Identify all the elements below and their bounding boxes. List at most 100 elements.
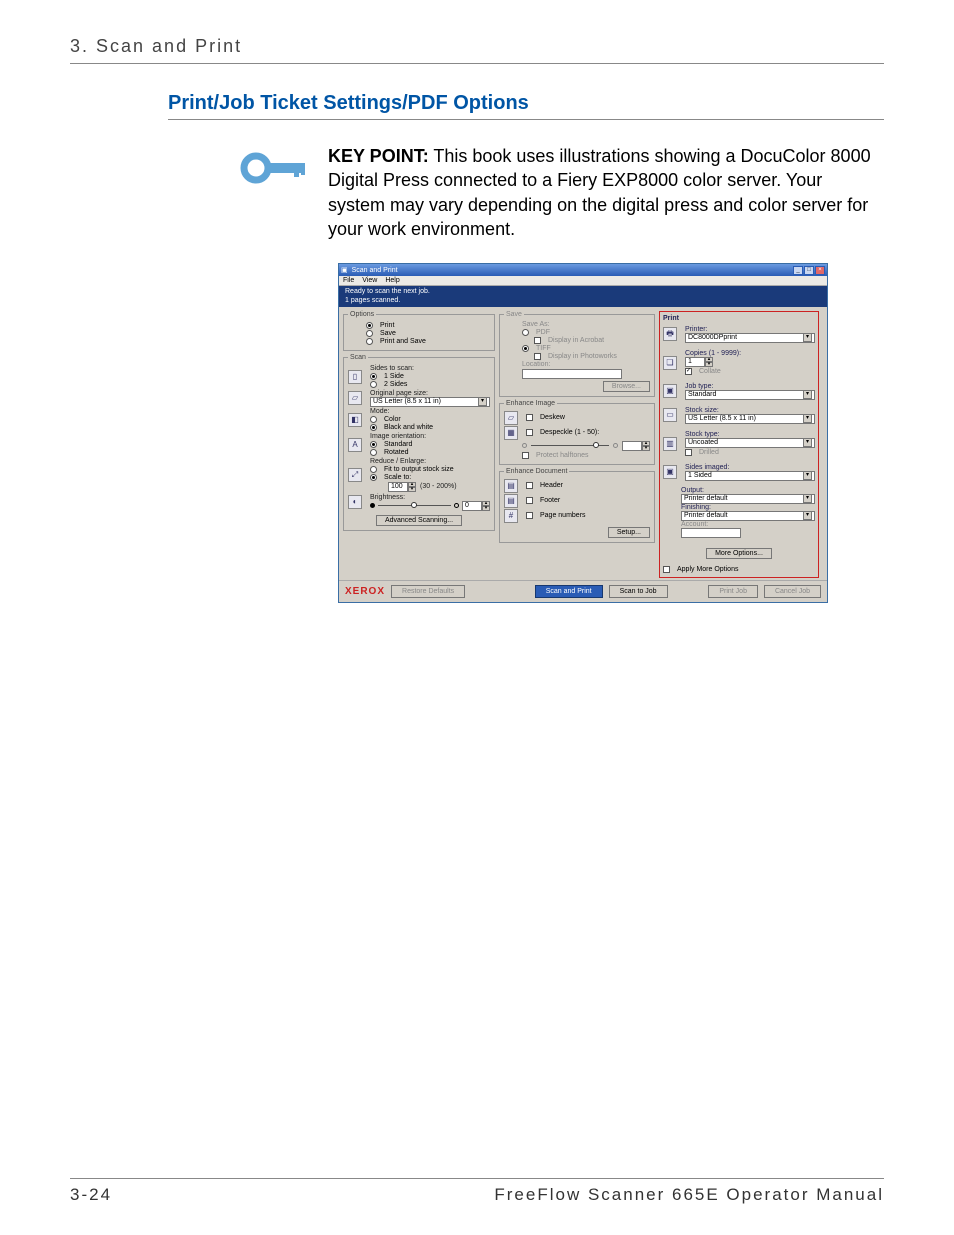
book-title: FreeFlow Scanner 665E Operator Manual xyxy=(494,1185,884,1205)
deskew-label: Deskew xyxy=(540,414,565,421)
header-label: Header xyxy=(540,482,563,489)
close-button[interactable]: × xyxy=(815,266,825,275)
pagenum-check[interactable] xyxy=(526,512,533,519)
save-group: Save Save As: PDF Display in Acrobat TIF… xyxy=(499,311,655,397)
light-dot-icon xyxy=(454,503,459,508)
brightness-label: Brightness: xyxy=(370,494,490,501)
slider-max-icon xyxy=(613,443,618,448)
output-dropdown[interactable]: Printer default▾ xyxy=(681,494,815,504)
despeckle-slider[interactable]: ▴▾ xyxy=(522,441,650,451)
origsize-dropdown[interactable]: US Letter (8.5 x 11 in)▾ xyxy=(370,397,490,407)
scan-legend: Scan xyxy=(348,354,368,361)
copies-spinner[interactable]: 1▴▾ xyxy=(685,357,713,367)
options-legend: Options xyxy=(348,311,376,318)
opt-printsave-label: Print and Save xyxy=(380,338,426,345)
sides-icon: ▯ xyxy=(348,370,362,384)
side2-radio[interactable] xyxy=(370,381,377,388)
stocktype-label: Stock type: xyxy=(685,431,815,438)
header-icon: ▤ xyxy=(504,479,518,493)
menu-file[interactable]: File xyxy=(343,277,354,284)
scan-and-print-button[interactable]: Scan and Print xyxy=(535,585,603,598)
brightness-value: 0 xyxy=(462,501,482,511)
sidesimaged-dropdown[interactable]: 1 Sided▾ xyxy=(685,471,815,481)
slider-min-icon xyxy=(522,443,527,448)
orient-std-radio[interactable] xyxy=(370,441,377,448)
mode-bw-radio[interactable] xyxy=(370,424,377,431)
print-panel: Print 🖶 Printer: DC8000DPprint▾ ❏ Copies… xyxy=(659,311,819,578)
reduce-icon: ⤢ xyxy=(348,468,362,482)
stocksize-icon: ▭ xyxy=(663,408,677,422)
finishing-dropdown[interactable]: Printer default▾ xyxy=(681,511,815,521)
pagesize-icon: ▱ xyxy=(348,391,362,405)
stocksize-dropdown[interactable]: US Letter (8.5 x 11 in)▾ xyxy=(685,414,815,424)
pagenum-icon: # xyxy=(504,509,518,523)
sidesimaged-icon: ▣ xyxy=(663,465,677,479)
minimize-button[interactable]: _ xyxy=(793,266,803,275)
opt-printsave-radio[interactable] xyxy=(366,338,373,345)
printer-dropdown[interactable]: DC8000DPprint▾ xyxy=(685,333,815,343)
browse-button: Browse... xyxy=(603,381,650,392)
brightness-slider[interactable]: 0▴▾ xyxy=(370,501,490,511)
page-number: 3-24 xyxy=(70,1185,112,1205)
jobtype-label: Job type: xyxy=(685,383,815,390)
scan-to-job-button[interactable]: Scan to Job xyxy=(609,585,668,598)
mode-color-radio[interactable] xyxy=(370,416,377,423)
drilled-check xyxy=(685,449,692,456)
jobtype-dropdown[interactable]: Standard▾ xyxy=(685,390,815,400)
location-label: Location: xyxy=(522,361,650,368)
printer-label: Printer: xyxy=(685,326,815,333)
scale-spinner[interactable]: 100▴▾ xyxy=(388,482,416,492)
stocktype-dropdown[interactable]: Uncoated▾ xyxy=(685,438,815,448)
origsize-value: US Letter (8.5 x 11 in) xyxy=(373,398,441,405)
menubar: File View Help xyxy=(339,276,827,286)
save-legend: Save xyxy=(504,311,524,318)
header-check[interactable] xyxy=(526,482,533,489)
status-line2: 1 pages scanned. xyxy=(345,297,821,305)
menu-view[interactable]: View xyxy=(362,277,377,284)
scale-range: (30 - 200%) xyxy=(420,483,457,490)
footer-check[interactable] xyxy=(526,497,533,504)
footer-icon: ▤ xyxy=(504,494,518,508)
origsize-label: Original page size: xyxy=(370,390,490,397)
despeckle-check[interactable] xyxy=(526,429,533,436)
setup-button[interactable]: Setup... xyxy=(608,527,650,538)
orient-rot-radio[interactable] xyxy=(370,449,377,456)
finishing-label: Finishing: xyxy=(681,504,815,511)
reduce-scale-radio[interactable] xyxy=(370,474,377,481)
jobtype-value: Standard xyxy=(688,391,716,398)
opt-save-radio[interactable] xyxy=(366,330,373,337)
reduce-scale-label: Scale to: xyxy=(384,474,411,481)
advanced-scanning-button[interactable]: Advanced Scanning... xyxy=(376,515,462,526)
side1-radio[interactable] xyxy=(370,373,377,380)
brightness-icon: ◐ xyxy=(348,495,362,509)
copies-value: 1 xyxy=(685,357,705,367)
apply-more-check[interactable] xyxy=(663,566,670,573)
maximize-button[interactable]: □ xyxy=(804,266,814,275)
reduce-label: Reduce / Enlarge: xyxy=(370,458,457,465)
despeckle-label: Despeckle (1 - 50): xyxy=(540,429,599,436)
footer-bar: XEROX Restore Defaults Scan and Print Sc… xyxy=(339,580,827,602)
stocktype-icon: ▥ xyxy=(663,437,677,451)
menu-help[interactable]: Help xyxy=(385,277,399,284)
sidesimaged-value: 1 Sided xyxy=(688,472,712,479)
deskew-check[interactable] xyxy=(526,414,533,421)
more-options-button[interactable]: More Options... xyxy=(706,548,772,559)
location-field xyxy=(522,369,622,379)
section-title: Print/Job Ticket Settings/PDF Options xyxy=(168,92,884,115)
despeckle-icon: ▦ xyxy=(504,426,518,440)
side1-label: 1 Side xyxy=(384,373,404,380)
opt-print-radio[interactable] xyxy=(366,322,373,329)
stocksize-label: Stock size: xyxy=(685,407,815,414)
restore-defaults-button[interactable]: Restore Defaults xyxy=(391,585,465,598)
reduce-fit-radio[interactable] xyxy=(370,466,377,473)
dark-dot-icon xyxy=(370,503,375,508)
enhdoc-legend: Enhance Document xyxy=(504,468,569,475)
cancel-job-button: Cancel Job xyxy=(764,585,821,598)
finishing-value: Printer default xyxy=(684,512,728,519)
print-legend: Print xyxy=(663,315,815,322)
mode-color-label: Color xyxy=(384,416,401,423)
status-line1: Ready to scan the next job. xyxy=(345,288,821,296)
rule-section xyxy=(168,119,884,120)
pdf-label: PDF xyxy=(536,329,550,336)
collate-label: Collate xyxy=(699,368,721,375)
